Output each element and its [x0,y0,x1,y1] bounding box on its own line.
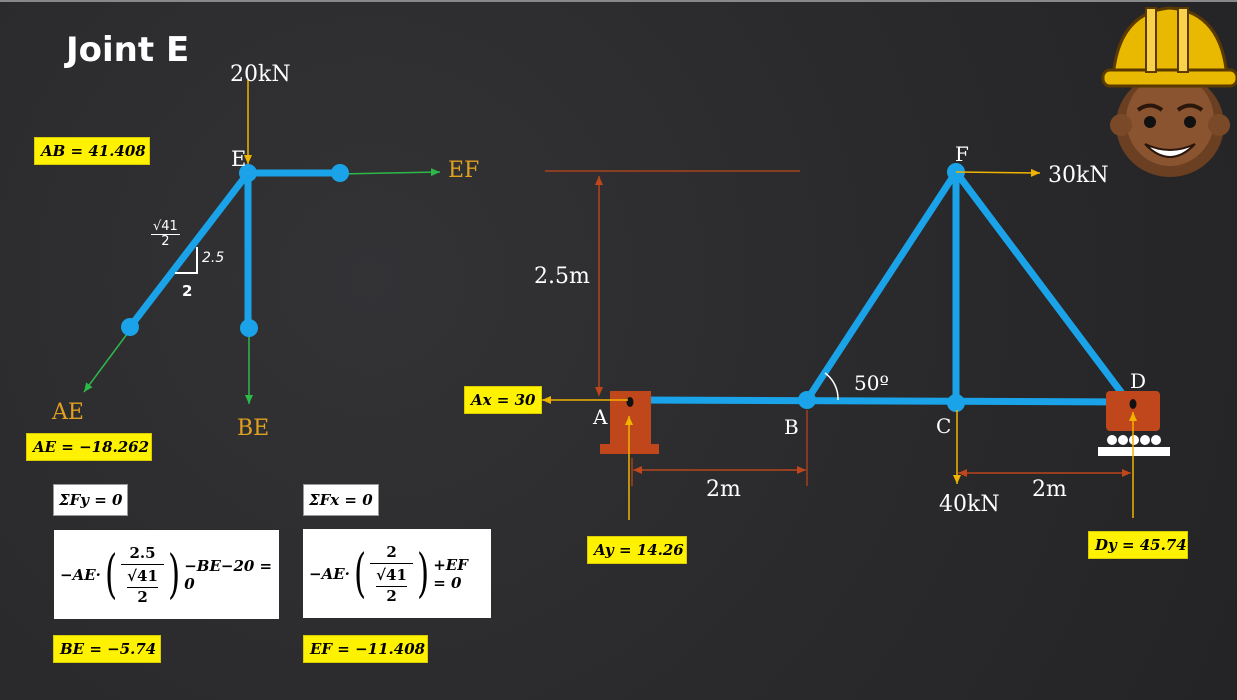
eq-fx-fraction: 2 √41 2 [370,543,413,605]
eq-fy-tail: −BE−20 = 0 [184,556,273,593]
load-40kn-label: 40kN [939,492,1000,517]
eq-fy-lead: −AE· [60,565,101,584]
slope-hypotenuse-label: √41 2 [151,219,180,249]
equation-fx: −AE· ( 2 √41 2 ) +EF = 0 [303,529,491,618]
angle-label: 50º [854,371,889,395]
node-d-label: D [1130,369,1147,393]
eq-fy-numerator: 2.5 [129,543,156,562]
angle-arc-b [824,372,839,401]
node-b-label: B [784,415,799,439]
slope-rise-label: 2.5 [202,250,225,266]
member-ae-stub [126,169,252,331]
truss-diagram [542,163,1170,520]
node-f-label: F [955,142,969,166]
node-c-label: C [936,414,952,438]
result-ef: EF = −11.408 [303,635,428,663]
eq-fx-numerator: 2 [386,542,397,561]
joint-ef-end [331,164,349,182]
support-a-pin [626,397,634,407]
eq-fy-paren-left: ( [104,544,118,605]
joint-ae-end [121,318,139,336]
member-bf [803,168,960,404]
span-cd-label: 2m [1032,477,1067,502]
joint-e-fbd [83,80,441,404]
reaction-ax-value: Ax = 30 [464,386,543,414]
bottom-chord [629,396,1134,406]
force-ef-arrow [339,168,441,177]
sum-fx-label: ΣFx = 0 [303,484,379,516]
force-be-label: BE [237,416,270,441]
node-e-label: E [231,147,247,171]
equation-fy: −AE· ( 2.5 √41 2 ) −BE−20 = 0 [54,530,279,619]
force-ae-arrow [83,329,131,393]
reaction-dy-value: Dy = 45.74 [1088,531,1188,559]
result-ae: AE = −18.262 [26,433,152,461]
load-30kn-arrow [955,168,1041,177]
load-30kn-label: 30kN [1048,163,1109,188]
slope-run-label: 2 [182,282,193,300]
node-c [947,394,965,412]
eq-fx-denominator: √41 2 [370,562,413,605]
node-b [798,391,816,409]
eq-fx-tail: +EF = 0 [433,555,468,592]
support-d-pin [1129,399,1137,409]
result-be: BE = −5.74 [53,635,161,663]
node-a-label: A [593,405,608,429]
eq-fx-paren-left: ( [353,543,367,604]
engineer-avatar-icon [1101,6,1237,177]
support-d-rollers [1107,435,1161,445]
force-ef-label: EF [448,158,480,183]
eq-fy-denominator: √41 2 [121,563,164,606]
member-df [952,168,1128,400]
joint-be-end [240,319,258,337]
result-ab: AB = 41.408 [34,137,150,165]
span-ab-label: 2m [706,477,741,502]
eq-fx-paren-right: ) [416,543,430,604]
force-ae-label: AE [52,400,84,425]
eq-fy-paren-right: ) [167,544,181,605]
height-dim-label: 2.5m [534,264,590,289]
support-d-ground [1098,447,1170,456]
load-20kn-label: 20kN [230,62,291,87]
page-title: Joint E [66,30,190,70]
eq-fx-lead: −AE· [309,564,350,583]
sum-fy-label: ΣFy = 0 [53,484,129,516]
reaction-ay-value: Ay = 14.26 [587,536,687,564]
eq-fy-fraction: 2.5 √41 2 [121,544,164,606]
